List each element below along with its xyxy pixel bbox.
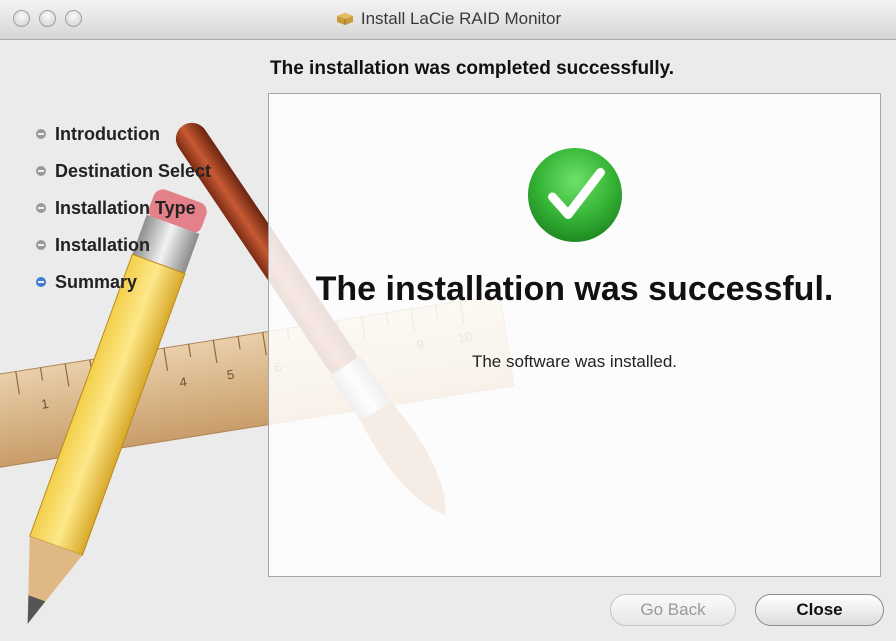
close-button[interactable]: Close [755,594,884,626]
step-label: Summary [55,272,138,292]
window-title: Install LaCie RAID Monitor [360,9,562,28]
go-back-button[interactable]: Go Back [610,594,736,626]
step-label: Installation Type [55,198,196,218]
step-introduction: Introduction [36,124,211,161]
page-heading: The installation was completed successfu… [270,58,675,79]
step-destination-select: Destination Select [36,161,211,198]
step-label: Introduction [55,124,160,144]
success-title: The installation was successful. [315,270,834,308]
step-bullet-icon [36,240,46,250]
success-message: The software was installed. [471,352,678,371]
step-bullet-icon [36,277,46,287]
package-icon [336,13,353,25]
content-panel: The installation was successful. The sof… [268,93,881,577]
step-bullet-icon [36,166,46,176]
step-summary: Summary [36,272,211,309]
checkmark-icon [527,147,623,243]
installer-window: Install LaCie RAID Monitor 1 4 5 The ins… [0,0,896,641]
step-label: Installation [55,235,151,255]
step-bullet-icon [36,203,46,213]
step-installation: Installation [36,235,211,272]
step-installation-type: Installation Type [36,198,211,235]
step-label: Destination Select [55,161,212,181]
step-bullet-icon [36,129,46,139]
title-bar[interactable]: Install LaCie RAID Monitor [0,0,896,40]
step-list: Introduction Destination Select Installa… [36,124,211,309]
